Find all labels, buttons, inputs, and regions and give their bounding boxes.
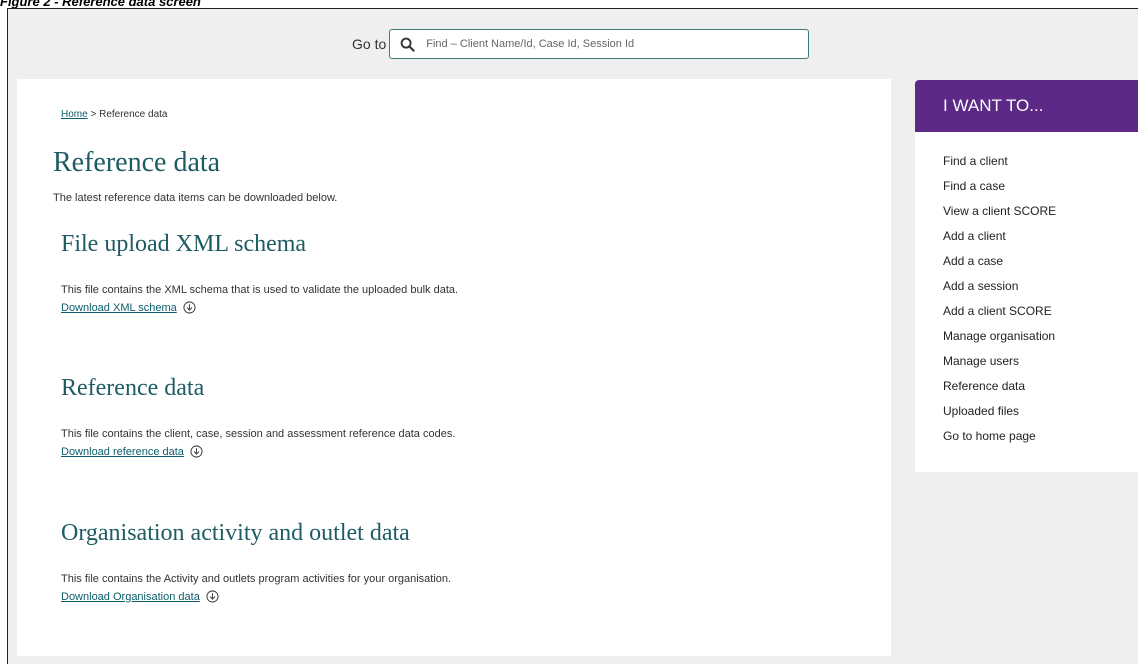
search-icon: [400, 37, 415, 52]
sidebar-item-find-case[interactable]: Find a case: [943, 179, 1138, 204]
download-icon[interactable]: [183, 301, 196, 314]
sidebar-item-uploaded-files[interactable]: Uploaded files: [943, 404, 1138, 429]
section-description: This file contains the XML schema that i…: [61, 284, 459, 296]
section-description: This file contains the Activity and outl…: [61, 573, 452, 585]
section-title: Reference data: [61, 375, 205, 401]
section-description: This file contains the client, case, ses…: [61, 428, 456, 440]
download-xml-schema-link[interactable]: Download XML schema: [61, 302, 177, 314]
sidebar-item-add-case[interactable]: Add a case: [943, 254, 1138, 279]
sidebar-item-home-page[interactable]: Go to home page: [943, 429, 1138, 454]
section-title: Organisation activity and outlet data: [61, 520, 410, 546]
breadcrumb-separator: >: [90, 109, 97, 120]
section-reference-data: Reference data This file contains the cl…: [61, 375, 455, 458]
search-input[interactable]: [424, 37, 799, 51]
section-organisation-data: Organisation activity and outlet data Th…: [61, 520, 451, 603]
download-organisation-data-link[interactable]: Download Organisation data: [61, 591, 200, 603]
download-row: Download Organisation data: [61, 590, 451, 603]
sidebar-item-add-client-score[interactable]: Add a client SCORE: [943, 304, 1138, 329]
breadcrumb-home-link[interactable]: Home: [61, 109, 88, 120]
goto-label: Go to: [352, 36, 387, 52]
download-row: Download XML schema: [61, 301, 458, 314]
goto-search: Go to: [352, 29, 810, 59]
search-box[interactable]: [389, 29, 810, 59]
main-content: Home > Reference data Reference data The…: [17, 79, 891, 656]
download-icon[interactable]: [206, 590, 219, 603]
sidebar-item-find-client[interactable]: Find a client: [943, 154, 1138, 179]
page-title: Reference data: [53, 147, 221, 178]
section-xml-schema: File upload XML schema This file contain…: [61, 231, 458, 314]
sidebar-item-reference-data[interactable]: Reference data: [943, 379, 1138, 404]
sidebar-item-add-client[interactable]: Add a client: [943, 229, 1138, 254]
sidebar-heading: I WANT TO...: [915, 80, 1138, 132]
page-intro: The latest reference data items can be d…: [53, 192, 338, 204]
download-icon[interactable]: [190, 445, 203, 458]
download-row: Download reference data: [61, 445, 455, 458]
sidebar-item-add-session[interactable]: Add a session: [943, 279, 1138, 304]
breadcrumb-current: Reference data: [99, 109, 168, 120]
sidebar-item-manage-organisation[interactable]: Manage organisation: [943, 329, 1138, 354]
section-title: File upload XML schema: [61, 231, 307, 257]
app-frame: Go to Home > Reference data Reference da…: [7, 8, 1138, 664]
download-reference-data-link[interactable]: Download reference data: [61, 446, 184, 458]
sidebar-item-view-client-score[interactable]: View a client SCORE: [943, 204, 1138, 229]
i-want-to-sidebar: I WANT TO... Find a client Find a case V…: [915, 80, 1138, 472]
sidebar-menu: Find a client Find a case View a client …: [915, 132, 1138, 454]
breadcrumb: Home > Reference data: [61, 109, 167, 120]
sidebar-item-manage-users[interactable]: Manage users: [943, 354, 1138, 379]
